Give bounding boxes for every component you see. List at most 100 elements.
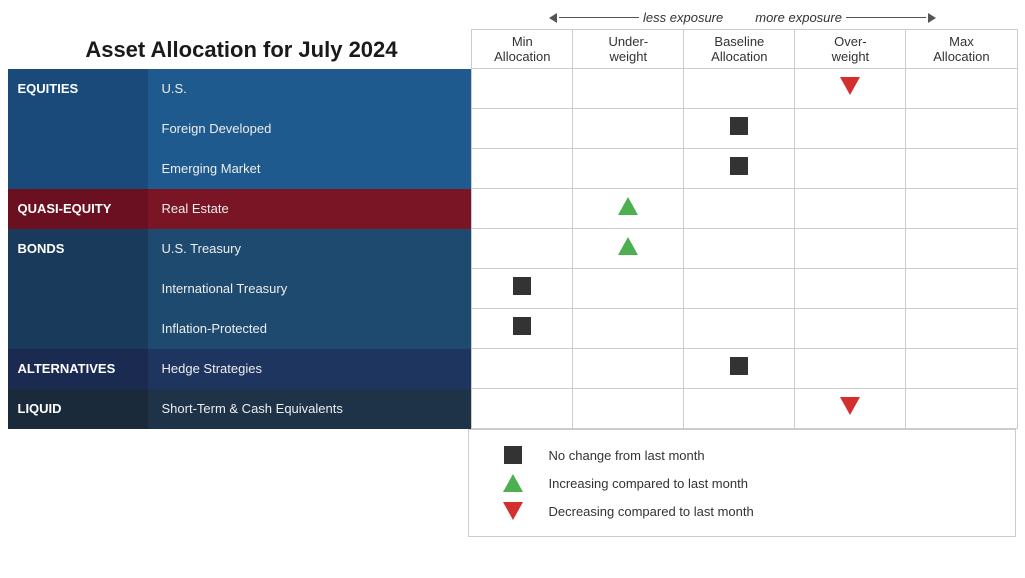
label-cell: Foreign Developed [8,109,472,149]
cell-under [573,229,684,269]
item-cell: U.S. [148,69,472,109]
header-baseline: Baseline Allocation [684,30,795,69]
cell-over [795,349,906,389]
cell-baseline [684,189,795,229]
arrow-left-icon [549,13,557,23]
item-label: Real Estate [162,201,229,216]
legend-item: No change from last month [493,446,991,464]
less-exposure-label: less exposure [643,10,723,25]
cell-max [906,69,1017,109]
cell-min [472,189,573,229]
legend-text: Decreasing compared to last month [549,504,754,519]
item-cell: Inflation-Protected [148,309,472,349]
legend-area: No change from last monthIncreasing comp… [468,429,1016,537]
table-row: International Treasury [8,269,1018,309]
category-label: LIQUID [18,401,62,416]
table-row: BONDS U.S. Treasury [8,229,1018,269]
item-label: Short-Term & Cash Equivalents [162,401,343,416]
cell-under [573,69,684,109]
legend-symbol [493,474,533,492]
cell-under [573,309,684,349]
label-cell: LIQUID Short-Term & Cash Equivalents [8,389,472,429]
header-max: Max Allocation [906,30,1017,69]
column-header-row: Asset Allocation for July 2024 Min Alloc… [8,30,1018,69]
label-cell: International Treasury [8,269,472,309]
triangle-down-icon [503,502,523,520]
triangle-down-icon [840,397,860,415]
category-cell: EQUITIES [8,69,148,109]
category-cell: LIQUID [8,389,148,429]
cell-over [795,389,906,429]
square-icon [730,117,748,135]
square-icon [513,317,531,335]
table-row: LIQUID Short-Term & Cash Equivalents [8,389,1018,429]
category-cell [8,149,148,189]
cell-min [472,269,573,309]
item-cell: U.S. Treasury [148,229,472,269]
square-icon [730,157,748,175]
cell-max [906,309,1017,349]
category-label: BONDS [18,241,65,256]
category-cell: ALTERNATIVES [8,349,148,389]
more-exposure-label: more exposure [755,10,842,25]
item-cell: Hedge Strategies [148,349,472,389]
item-label: International Treasury [162,281,288,296]
category-cell: BONDS [8,229,148,269]
label-cell: ALTERNATIVES Hedge Strategies [8,349,472,389]
cell-over [795,109,906,149]
table-row: Inflation-Protected [8,309,1018,349]
category-cell [8,309,148,349]
legend-symbol [493,446,533,464]
triangle-down-icon [840,77,860,95]
header-min: Min Allocation [472,30,573,69]
page-title: Asset Allocation for July 2024 [85,37,397,62]
triangle-up-icon [618,237,638,255]
line-left [559,17,639,18]
cell-under [573,149,684,189]
cell-over [795,189,906,229]
page-container: less exposure more exposure Asset Alloca… [8,10,1018,537]
cell-min [472,389,573,429]
cell-under [573,189,684,229]
title-cell: Asset Allocation for July 2024 [8,30,472,69]
table-row: QUASI-EQUITY Real Estate [8,189,1018,229]
category-label: ALTERNATIVES [18,361,116,376]
category-label: QUASI-EQUITY [18,201,112,216]
item-label: Inflation-Protected [162,321,268,336]
square-icon [730,357,748,375]
item-label: U.S. Treasury [162,241,241,256]
header-under: Under- weight [573,30,684,69]
line-right [846,17,926,18]
legend-symbol [493,502,533,520]
triangle-up-icon [503,474,523,492]
table-row: EQUITIES U.S. [8,69,1018,109]
cell-over [795,229,906,269]
cell-max [906,189,1017,229]
cell-baseline [684,389,795,429]
cell-baseline [684,269,795,309]
cell-baseline [684,349,795,389]
cell-under [573,349,684,389]
triangle-up-icon [618,197,638,215]
cell-max [906,269,1017,309]
arrow-right-icon [928,13,936,23]
category-cell [8,109,148,149]
item-label: Emerging Market [162,161,261,176]
table-row: Emerging Market [8,149,1018,189]
cell-baseline [684,149,795,189]
label-cell: EQUITIES U.S. [8,69,472,109]
cell-over [795,69,906,109]
item-label: U.S. [162,81,187,96]
header-over: Over- weight [795,30,906,69]
cell-over [795,149,906,189]
legend-item: Decreasing compared to last month [493,502,991,520]
cell-over [795,269,906,309]
cell-max [906,229,1017,269]
category-cell [8,269,148,309]
item-label: Hedge Strategies [162,361,262,376]
legend-text: No change from last month [549,448,705,463]
cell-baseline [684,109,795,149]
cell-min [472,149,573,189]
item-cell: Emerging Market [148,149,472,189]
cell-baseline [684,69,795,109]
